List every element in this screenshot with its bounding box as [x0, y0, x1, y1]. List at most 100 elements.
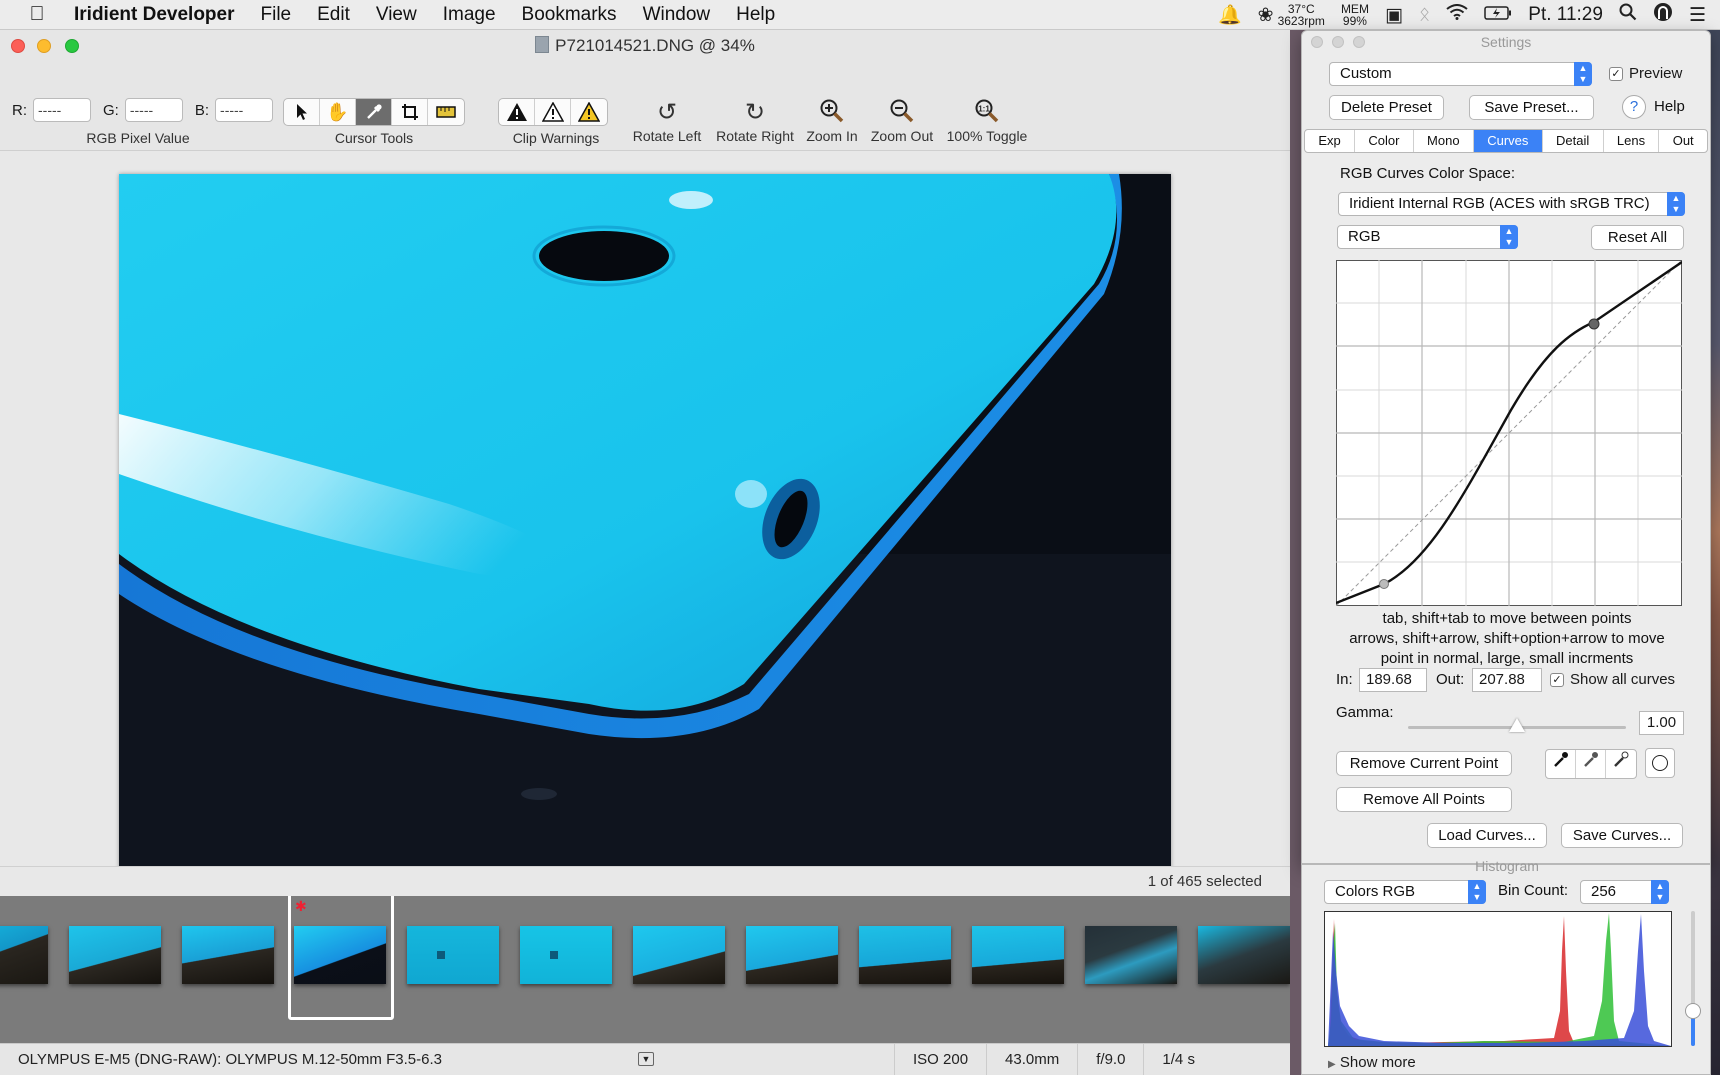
tab-exp[interactable]: Exp: [1305, 130, 1356, 152]
panel-close-button[interactable]: [1311, 36, 1323, 48]
hand-pan-icon[interactable]: ✋: [320, 99, 356, 125]
chevron-updown-icon: ▲ ▼: [1651, 880, 1669, 904]
eyedropper-icon[interactable]: [356, 99, 392, 125]
show-more-disclosure[interactable]: ▶ Show more: [1328, 1054, 1416, 1071]
clip-warning-black-icon[interactable]: [499, 99, 535, 125]
help-label[interactable]: Help: [1654, 98, 1685, 115]
remove-current-point-button[interactable]: Remove Current Point: [1336, 751, 1512, 776]
curves-graph[interactable]: [1336, 260, 1682, 606]
reset-all-button[interactable]: Reset All: [1591, 225, 1684, 250]
load-curves-button[interactable]: Load Curves...: [1427, 823, 1547, 848]
histogram-mode-select[interactable]: Colors RGB ▲ ▼: [1324, 880, 1486, 904]
tab-lens[interactable]: Lens: [1604, 130, 1660, 152]
cursor-tools-caption: Cursor Tools: [334, 130, 414, 146]
arrow-pointer-icon[interactable]: [284, 99, 320, 125]
toggle-100-button[interactable]: 1:1 100% Toggle: [944, 98, 1030, 144]
rotate-left-button[interactable]: ↺ Rotate Left: [630, 98, 704, 144]
apple-menu-icon[interactable]: : [0, 3, 74, 26]
histogram-graph: [1324, 911, 1672, 1047]
zoom-in-button[interactable]: Zoom In: [804, 98, 860, 144]
gray-point-eyedropper-icon[interactable]: [1576, 750, 1606, 778]
filmstrip-thumbnail[interactable]: [633, 926, 725, 984]
clip-warnings-segment: [498, 98, 608, 126]
spotlight-search-icon[interactable]: [1619, 3, 1637, 27]
filmstrip-thumbnail[interactable]: [859, 926, 951, 984]
info-dropdown-icon[interactable]: ▼: [638, 1052, 654, 1066]
curve-channel-select[interactable]: RGB ▲ ▼: [1337, 225, 1518, 249]
histogram-scale-knob[interactable]: [1685, 1003, 1701, 1019]
bin-count-select[interactable]: 256 ▲ ▼: [1580, 880, 1669, 904]
user-account-icon[interactable]: [1653, 2, 1673, 28]
display-icon[interactable]: ▣: [1385, 4, 1403, 27]
save-curves-button[interactable]: Save Curves...: [1561, 823, 1683, 848]
preview-label: Preview: [1629, 65, 1683, 82]
wifi-icon[interactable]: [1446, 4, 1468, 26]
tab-curves[interactable]: Curves: [1473, 130, 1543, 152]
menu-app-name[interactable]: Iridient Developer: [74, 4, 248, 26]
image-canvas[interactable]: [0, 150, 1290, 896]
save-preset-button[interactable]: Save Preset...: [1469, 95, 1594, 120]
filmstrip[interactable]: ✱: [0, 896, 1290, 1043]
help-line-1: tab, shift+tab to move between points: [1382, 610, 1632, 627]
battery-icon[interactable]: [1484, 4, 1512, 26]
gamma-value-field[interactable]: 1.00: [1639, 711, 1684, 735]
color-space-select[interactable]: Iridient Internal RGB (ACES with sRGB TR…: [1338, 192, 1685, 216]
system-monitor-temp[interactable]: ❀ 37°C 3623rpm: [1258, 3, 1325, 27]
filmstrip-thumbnail[interactable]: [1085, 926, 1177, 984]
out-value-field[interactable]: 207.88: [1472, 668, 1542, 692]
camera-lens-info: OLYMPUS E-M5 (DNG-RAW): OLYMPUS M.12-50m…: [18, 1051, 442, 1068]
menu-view[interactable]: View: [363, 4, 430, 26]
rotate-right-button[interactable]: ↻ Rotate Right: [712, 98, 798, 144]
system-monitor-mem[interactable]: MEM 99%: [1341, 3, 1369, 27]
crop-icon[interactable]: [392, 99, 428, 125]
circle-icon: [1652, 755, 1668, 771]
window-title-text: P721014521.DNG @ 34%: [555, 36, 755, 55]
rotate-left-label: Rotate Left: [632, 128, 702, 144]
notification-center-icon[interactable]: ☰: [1689, 4, 1706, 27]
curve-point-current[interactable]: [1588, 318, 1600, 330]
menu-image[interactable]: Image: [430, 4, 509, 26]
filmstrip-thumbnail[interactable]: [69, 926, 161, 984]
document-proxy-icon[interactable]: [535, 36, 550, 53]
curve-point-shadow[interactable]: [1379, 579, 1389, 589]
menu-help[interactable]: Help: [723, 4, 788, 26]
black-point-eyedropper-icon[interactable]: [1546, 750, 1576, 778]
gamma-slider-knob[interactable]: [1509, 718, 1525, 732]
preview-checkbox[interactable]: ✓ Preview: [1609, 65, 1682, 82]
filmstrip-thumbnail[interactable]: [182, 926, 274, 984]
menu-bookmarks[interactable]: Bookmarks: [509, 4, 630, 26]
filmstrip-thumbnail[interactable]: [972, 926, 1064, 984]
bluetooth-icon[interactable]: ᛟ: [1419, 4, 1430, 26]
panel-min-button[interactable]: [1332, 36, 1344, 48]
filmstrip-thumbnail[interactable]: [520, 926, 612, 984]
tab-mono[interactable]: Mono: [1414, 130, 1474, 152]
filmstrip-thumbnail[interactable]: [407, 926, 499, 984]
filmstrip-thumbnail[interactable]: [0, 926, 48, 984]
cursor-tools-segment: ✋: [283, 98, 465, 126]
clip-warning-color-icon[interactable]: [571, 99, 607, 125]
menubar-clock[interactable]: Pt. 11:29: [1528, 4, 1603, 26]
tab-out[interactable]: Out: [1659, 130, 1707, 152]
menu-window[interactable]: Window: [630, 4, 724, 26]
filmstrip-thumbnail[interactable]: [746, 926, 838, 984]
straighten-ruler-icon[interactable]: [428, 99, 464, 125]
delete-preset-button[interactable]: Delete Preset: [1329, 95, 1444, 120]
tab-color[interactable]: Color: [1355, 130, 1414, 152]
preset-select[interactable]: Custom ▲ ▼: [1329, 62, 1592, 86]
notification-bell-icon[interactable]: 🔔: [1218, 3, 1242, 27]
histogram-scale-slider[interactable]: [1685, 911, 1701, 1046]
help-question-icon[interactable]: ?: [1622, 95, 1646, 119]
r-label: R:: [12, 101, 27, 119]
clip-warning-white-icon[interactable]: [535, 99, 571, 125]
circle-point-button[interactable]: [1645, 748, 1675, 778]
show-all-curves-checkbox[interactable]: ✓ Show all curves: [1550, 671, 1675, 688]
menu-edit[interactable]: Edit: [304, 4, 363, 26]
white-point-eyedropper-icon[interactable]: [1606, 750, 1636, 778]
remove-all-points-button[interactable]: Remove All Points: [1336, 787, 1512, 812]
menu-file[interactable]: File: [248, 4, 305, 26]
zoom-out-button[interactable]: Zoom Out: [868, 98, 936, 144]
tab-detail[interactable]: Detail: [1543, 130, 1604, 152]
filmstrip-thumbnail[interactable]: [1198, 926, 1290, 984]
panel-zoom-button[interactable]: [1353, 36, 1365, 48]
in-value-field[interactable]: 189.68: [1359, 668, 1427, 692]
